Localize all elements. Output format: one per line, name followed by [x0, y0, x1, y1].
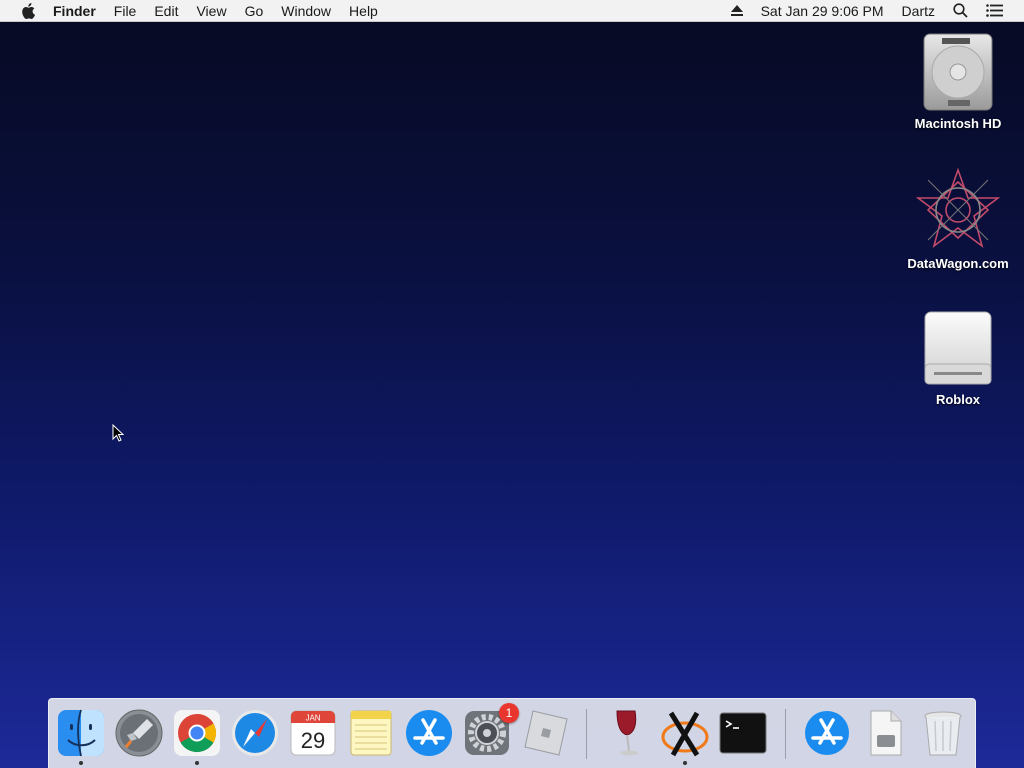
calendar-month: JAN — [305, 714, 320, 723]
dock-roblox[interactable] — [519, 707, 571, 759]
menu-clock[interactable]: Sat Jan 29 9:06 PM — [752, 0, 893, 22]
desktop-icon-label: DataWagon.com — [907, 256, 1009, 271]
trash-icon — [924, 711, 962, 756]
running-indicator — [195, 761, 199, 765]
launchpad-icon — [115, 709, 163, 757]
menu-edit[interactable]: Edit — [145, 0, 187, 22]
dock-notes[interactable] — [345, 707, 397, 759]
terminal-icon — [719, 712, 767, 754]
running-indicator — [79, 761, 83, 765]
dock-wine[interactable] — [601, 707, 653, 759]
dock-terminal[interactable] — [717, 707, 769, 759]
xquartz-icon — [661, 711, 709, 757]
app-store-folder-icon — [805, 711, 849, 755]
eject-icon[interactable] — [722, 0, 752, 22]
dock-system-preferences[interactable]: 1 — [461, 703, 519, 759]
notification-badge: 1 — [499, 703, 519, 723]
chrome-icon — [174, 710, 220, 756]
spotlight-search-icon[interactable] — [944, 0, 977, 22]
menu-go[interactable]: Go — [236, 0, 273, 22]
desktop-icon-macintosh-hd[interactable]: Macintosh HD — [903, 32, 1013, 131]
datawagon-icon — [916, 168, 1000, 249]
dock-app-store-folder[interactable] — [801, 707, 853, 759]
apple-menu-icon[interactable] — [17, 0, 39, 22]
external-drive-icon — [924, 311, 992, 385]
mouse-pointer-icon — [112, 423, 125, 447]
dock: JAN 29 1 — [48, 698, 976, 768]
dock-documents[interactable] — [859, 707, 911, 759]
menu-view[interactable]: View — [187, 0, 235, 22]
desktop-icon-roblox[interactable]: Roblox — [903, 308, 1013, 407]
dock-calendar[interactable]: JAN 29 — [287, 707, 339, 759]
dock-trash[interactable] — [917, 707, 969, 759]
running-indicator — [683, 761, 687, 765]
menu-bar: Finder File Edit View Go Window Help Sat… — [0, 0, 1024, 22]
dock-launchpad[interactable] — [113, 707, 165, 759]
finder-icon — [58, 709, 104, 757]
menu-app-name[interactable]: Finder — [53, 0, 105, 22]
dock-safari[interactable] — [229, 707, 281, 759]
dock-xquartz[interactable] — [659, 707, 711, 765]
document-stack-icon — [870, 710, 902, 756]
menu-window[interactable]: Window — [272, 0, 340, 22]
hard-drive-icon — [923, 33, 993, 111]
dock-chrome[interactable] — [171, 707, 223, 765]
desktop-icon-label: Roblox — [935, 392, 981, 407]
menu-file[interactable]: File — [105, 0, 146, 22]
calendar-icon: JAN 29 — [290, 710, 336, 756]
dock-divider — [785, 709, 786, 759]
safari-icon — [232, 710, 278, 756]
desktop-icon-label: Macintosh HD — [914, 116, 1002, 131]
dock-finder[interactable] — [55, 707, 107, 765]
dock-divider — [586, 709, 587, 759]
calendar-day: 29 — [301, 728, 325, 753]
app-store-icon — [406, 710, 452, 756]
desktop-icon-datawagon[interactable]: DataWagon.com — [903, 168, 1013, 271]
menu-help[interactable]: Help — [340, 0, 387, 22]
wine-icon — [616, 710, 638, 756]
notes-icon — [350, 710, 392, 756]
menu-user[interactable]: Dartz — [893, 0, 944, 22]
dock-app-store[interactable] — [403, 707, 455, 759]
roblox-icon — [524, 710, 568, 756]
notification-center-icon[interactable] — [977, 0, 1012, 22]
